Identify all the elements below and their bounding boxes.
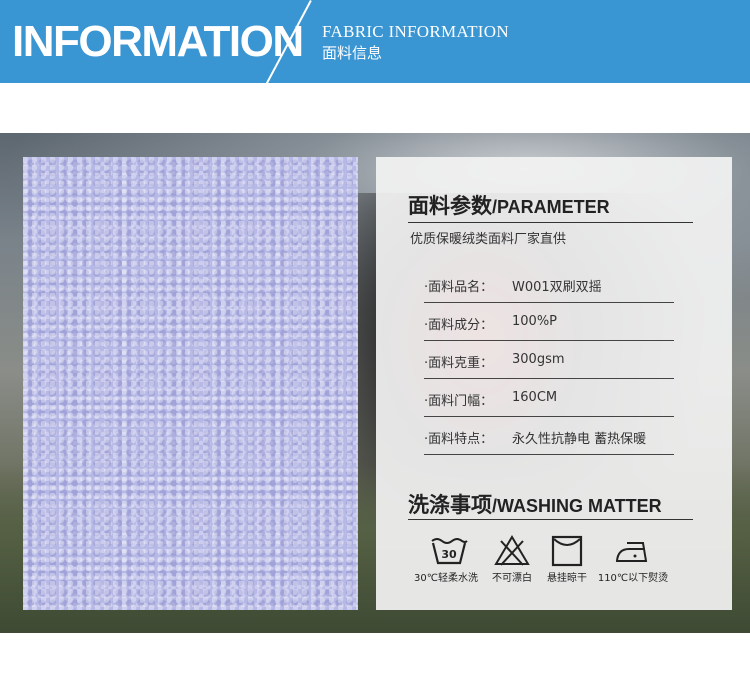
param-row: ·面料品名： W001双刷双摇 xyxy=(424,265,674,303)
care-item-dry: 悬挂晾干 xyxy=(543,535,591,591)
header-banner: INFORMATION FABRIC INFORMATION 面料信息 xyxy=(0,0,750,83)
info-panel: 面料参数/PARAMETER 优质保暖绒类面料厂家直供 ·面料品名： W001双… xyxy=(376,157,732,610)
param-label: ·面料特点： xyxy=(424,432,494,447)
param-label: ·面料成分： xyxy=(424,318,494,333)
parameter-title-en: /PARAMETER xyxy=(492,197,610,217)
wash-tub-icon: 30 xyxy=(431,538,468,565)
param-value: 300gsm xyxy=(512,352,565,367)
care-label: 不可漂白 xyxy=(492,573,532,584)
washing-divider xyxy=(408,519,693,520)
param-value: 100%P xyxy=(512,314,558,329)
care-label: 30℃轻柔水洗 xyxy=(414,573,478,584)
param-row: ·面料门幅： 160CM xyxy=(424,379,674,417)
header-subtitle-en: FABRIC INFORMATION xyxy=(322,22,509,41)
header-subtitle-cn: 面料信息 xyxy=(322,44,383,62)
header-title: INFORMATION xyxy=(12,17,304,66)
param-row: ·面料成分： 100%P xyxy=(424,303,674,341)
param-row: ·面料特点： 永久性抗静电 蓄热保暖 xyxy=(424,417,674,455)
wash-temperature: 30 xyxy=(441,548,457,561)
param-value: 160CM xyxy=(512,390,558,405)
parameter-divider xyxy=(408,222,693,223)
washing-title-en: /WASHING MATTER xyxy=(492,496,662,516)
care-label: 110℃以下熨烫 xyxy=(597,573,669,584)
param-value: W001双刷双摇 xyxy=(512,280,602,295)
parameter-title: 面料参数/PARAMETER xyxy=(408,190,610,220)
param-label: ·面料品名： xyxy=(424,280,494,295)
care-item-bleach: 不可漂白 xyxy=(488,535,536,591)
param-label: ·面料门幅： xyxy=(424,394,494,409)
care-item-iron: 110℃以下熨烫 xyxy=(595,535,671,591)
washing-title: 洗涤事项/WASHING MATTER xyxy=(408,489,662,519)
care-label: 悬挂晾干 xyxy=(547,573,587,584)
param-label: ·面料克重： xyxy=(424,356,494,371)
hang-dry-icon xyxy=(551,535,583,567)
parameter-intro: 优质保暖绒类面料厂家直供 xyxy=(410,232,567,247)
param-row: ·面料克重： 300gsm xyxy=(424,341,674,379)
param-value: 永久性抗静电 蓄热保暖 xyxy=(512,432,647,447)
care-item-wash: 30 30℃轻柔水洗 xyxy=(407,535,485,591)
washing-title-cn: 洗涤事项 xyxy=(408,493,492,517)
parameter-title-cn: 面料参数 xyxy=(408,194,492,218)
fabric-swatch-image xyxy=(23,157,358,610)
no-bleach-icon xyxy=(494,535,530,566)
iron-icon xyxy=(615,542,648,562)
